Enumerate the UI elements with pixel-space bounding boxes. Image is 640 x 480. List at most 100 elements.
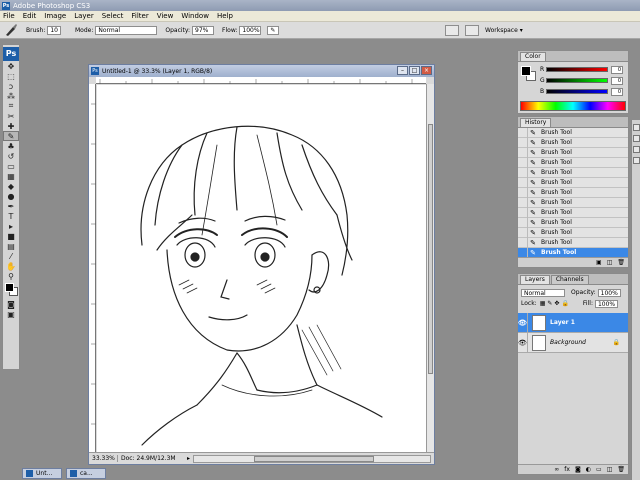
path-selection-tool-icon[interactable]: ▸ bbox=[3, 221, 19, 231]
menu-window[interactable]: Window bbox=[181, 12, 209, 20]
flow-field[interactable]: 100% bbox=[239, 25, 262, 35]
document-titlebar[interactable]: Ps Untitled-1 @ 33.3% (Layer 1, RGB/8) –… bbox=[89, 65, 434, 77]
layer-row-background[interactable]: 👁 Background 🔒 bbox=[518, 332, 628, 353]
eyedropper-tool-icon[interactable]: ⁄ bbox=[3, 251, 19, 261]
pen-tool-icon[interactable]: ✒ bbox=[3, 201, 19, 211]
brush-tool-icon[interactable] bbox=[4, 24, 18, 36]
zoom-level[interactable]: 33.33% bbox=[89, 455, 117, 462]
shape-tool-icon[interactable]: ■ bbox=[3, 231, 19, 241]
menu-image[interactable]: Image bbox=[44, 12, 66, 20]
eye-icon[interactable]: 👁 bbox=[518, 312, 528, 333]
minimized-document[interactable]: Unt... bbox=[22, 467, 62, 479]
history-item[interactable]: ✎ Brush Tool bbox=[518, 217, 628, 228]
lock-transparency-icon[interactable]: ▦ bbox=[540, 300, 546, 307]
vertical-scrollbar[interactable] bbox=[426, 84, 434, 452]
dodge-tool-icon[interactable]: ● bbox=[3, 191, 19, 201]
history-item[interactable]: ✎ Brush Tool bbox=[518, 187, 628, 198]
lock-move-icon[interactable]: ✥ bbox=[554, 300, 559, 307]
slider-blue-value[interactable]: 0 bbox=[611, 87, 623, 96]
slider-blue[interactable]: B 0 bbox=[540, 87, 626, 96]
history-item[interactable]: ✎ Brush Tool bbox=[518, 227, 628, 238]
move-tool-icon[interactable]: ✥ bbox=[3, 61, 19, 71]
foreground-color-swatch[interactable] bbox=[5, 283, 14, 292]
quick-mask-icon[interactable]: ◙ bbox=[3, 299, 19, 309]
bridge-icon[interactable] bbox=[445, 25, 459, 36]
panel-icon[interactable] bbox=[633, 135, 640, 142]
marquee-tool-icon[interactable]: ⬚ bbox=[3, 71, 19, 81]
healing-brush-tool-icon[interactable]: ✚ bbox=[3, 121, 19, 131]
panel-icon[interactable] bbox=[633, 146, 640, 153]
horizontal-scroll-thumb[interactable] bbox=[254, 455, 375, 462]
blur-tool-icon[interactable]: ◆ bbox=[3, 181, 19, 191]
slider-red[interactable]: R 0 bbox=[540, 65, 626, 74]
canvas[interactable] bbox=[97, 85, 427, 453]
fill-field[interactable]: 100% bbox=[594, 299, 619, 308]
magic-wand-tool-icon[interactable]: ⁂ bbox=[3, 91, 19, 101]
palette-well-icon[interactable] bbox=[465, 25, 479, 36]
trash-icon[interactable]: 🗑 bbox=[617, 259, 625, 266]
history-item[interactable]: ✎ Brush Tool bbox=[518, 197, 628, 208]
lasso-tool-icon[interactable]: ↄ bbox=[3, 81, 19, 91]
tab-history[interactable]: History bbox=[520, 118, 552, 127]
history-item[interactable]: ✎ Brush Tool bbox=[518, 157, 628, 168]
layer-row-layer-1[interactable]: 👁 Layer 1 bbox=[518, 312, 628, 333]
history-brush-tool-icon[interactable]: ↺ bbox=[3, 151, 19, 161]
tab-channels[interactable]: Channels bbox=[550, 275, 589, 284]
ruler-horizontal[interactable] bbox=[96, 77, 426, 84]
brush-size-picker[interactable]: 10 bbox=[47, 25, 61, 35]
history-item[interactable]: ✎ Brush Tool bbox=[518, 127, 628, 138]
minimize-button[interactable]: – bbox=[397, 66, 408, 75]
hand-tool-icon[interactable]: ✋ bbox=[3, 261, 19, 271]
history-item[interactable]: ✎ Brush Tool bbox=[518, 207, 628, 218]
close-button[interactable]: × bbox=[421, 66, 432, 75]
mode-select[interactable]: Normal bbox=[95, 25, 158, 35]
layer-opacity-field[interactable]: 100% bbox=[597, 288, 621, 297]
adjustment-layer-icon[interactable]: ◐ bbox=[586, 466, 591, 473]
airbrush-toggle-icon[interactable]: ✎ bbox=[267, 25, 280, 35]
horizontal-scrollbar[interactable] bbox=[193, 454, 431, 463]
new-group-icon[interactable]: ▭ bbox=[596, 466, 602, 473]
lock-brush-icon[interactable]: ✎ bbox=[547, 300, 552, 307]
minimized-document[interactable]: ca... bbox=[66, 467, 106, 479]
ruler-vertical[interactable] bbox=[89, 84, 96, 452]
zoom-tool-icon[interactable]: ⚲ bbox=[3, 271, 19, 281]
layer-style-icon[interactable]: fx bbox=[564, 466, 570, 473]
slider-green[interactable]: G 0 bbox=[540, 76, 626, 85]
slider-green-value[interactable]: 0 bbox=[611, 76, 623, 85]
doc-size-info[interactable]: Doc: 24.9M/12.3M bbox=[117, 455, 187, 462]
slice-tool-icon[interactable]: ✂ bbox=[3, 111, 19, 121]
menu-select[interactable]: Select bbox=[102, 12, 124, 20]
history-item[interactable]: ✎ Brush Tool bbox=[518, 147, 628, 158]
brush-tool-selected-icon[interactable]: ✎ bbox=[3, 131, 19, 141]
workspace-menu[interactable]: Workspace bbox=[485, 27, 518, 34]
eye-icon[interactable]: 👁 bbox=[518, 332, 528, 353]
color-panel-foreground-swatch[interactable] bbox=[521, 66, 531, 76]
history-item[interactable]: ✎ Brush Tool bbox=[518, 137, 628, 148]
new-layer-icon[interactable]: ◫ bbox=[607, 466, 613, 473]
crop-tool-icon[interactable]: ⌗ bbox=[3, 101, 19, 111]
screen-mode-icon[interactable]: ▣ bbox=[3, 309, 19, 319]
link-layers-icon[interactable]: ∞ bbox=[554, 466, 559, 473]
panel-icon[interactable] bbox=[633, 124, 640, 131]
layer-mask-icon[interactable]: ◙ bbox=[575, 466, 581, 473]
tab-color[interactable]: Color bbox=[520, 52, 546, 61]
slider-red-value[interactable]: 0 bbox=[611, 65, 623, 74]
menu-file[interactable]: File bbox=[3, 12, 15, 20]
vertical-scroll-thumb[interactable] bbox=[428, 124, 433, 374]
tab-layers[interactable]: Layers bbox=[520, 275, 550, 284]
menu-help[interactable]: Help bbox=[217, 12, 233, 20]
status-menu-arrow-icon[interactable]: ▸ bbox=[187, 455, 190, 462]
history-item[interactable]: ✎ Brush Tool bbox=[518, 167, 628, 178]
new-snapshot-icon[interactable]: ◫ bbox=[607, 259, 613, 266]
history-item[interactable]: ✎ Brush Tool bbox=[518, 177, 628, 188]
new-document-from-state-icon[interactable]: ▣ bbox=[596, 259, 602, 266]
maximize-button[interactable]: □ bbox=[409, 66, 420, 75]
notes-tool-icon[interactable]: ▤ bbox=[3, 241, 19, 251]
type-tool-icon[interactable]: T bbox=[3, 211, 19, 221]
lock-all-icon[interactable]: 🔒 bbox=[561, 300, 568, 307]
opacity-field[interactable]: 97% bbox=[192, 25, 215, 35]
menu-layer[interactable]: Layer bbox=[74, 12, 94, 20]
eraser-tool-icon[interactable]: ▭ bbox=[3, 161, 19, 171]
menu-view[interactable]: View bbox=[157, 12, 174, 20]
color-spectrum-ramp[interactable] bbox=[520, 101, 626, 111]
